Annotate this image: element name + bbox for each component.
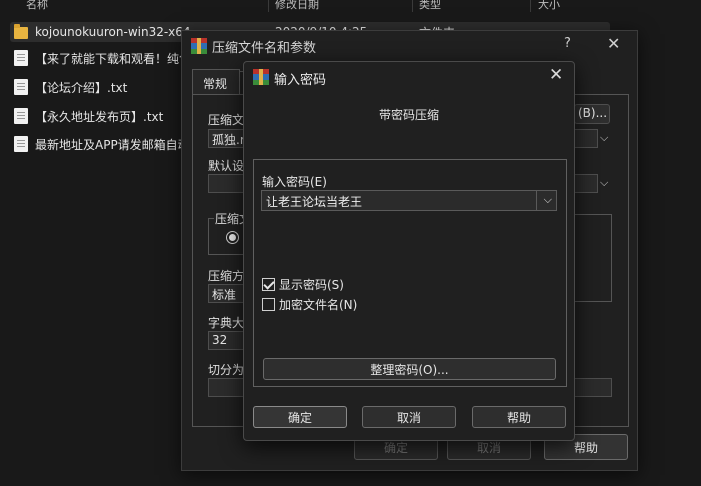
organize-passwords-button[interactable]: 整理密码(O)...	[263, 358, 556, 380]
text-file-icon	[14, 50, 28, 66]
split-label: 切分为	[208, 363, 245, 377]
profile-combo[interactable]	[208, 174, 248, 193]
file-name: kojounokuuron-win32-x64	[35, 25, 191, 39]
combo-separator	[536, 191, 537, 210]
checkbox-unchecked-icon[interactable]	[262, 298, 275, 311]
winrar-icon	[191, 38, 207, 54]
password-value: 让老王论坛当老王	[266, 195, 363, 209]
encrypt-filenames-checkbox[interactable]: 加密文件名(N)	[262, 296, 357, 313]
show-password-checkbox[interactable]: 显示密码(S)	[262, 276, 344, 293]
dictionary-combo[interactable]: 32	[208, 331, 248, 350]
browse-button[interactable]: (B)...	[574, 104, 610, 124]
file-name: 【来了就能下载和观看！纯色	[35, 51, 192, 66]
column-separator[interactable]	[268, 0, 269, 12]
chevron-down-icon[interactable]: ⌵	[600, 131, 608, 145]
show-password-label: 显示密码(S)	[279, 278, 344, 292]
column-header-type[interactable]: 类型	[419, 0, 499, 12]
split-combo[interactable]	[208, 378, 248, 397]
column-header-date[interactable]: 修改日期	[275, 0, 405, 12]
archive-name-input[interactable]: 孤独.r	[208, 129, 248, 148]
column-header-size[interactable]: 大小	[538, 0, 598, 12]
text-file-icon	[14, 136, 28, 152]
column-header-name[interactable]: 名称	[26, 0, 256, 12]
column-separator[interactable]	[530, 0, 531, 12]
password-dialog: 输入密码 ✕ 带密码压缩 输入密码(E) 让老王论坛当老王 ⌵ 显示密码(S) …	[243, 61, 575, 441]
close-icon[interactable]: ✕	[607, 34, 620, 53]
cancel-button[interactable]: 取消	[362, 406, 456, 428]
password-label: 输入密码(E)	[262, 175, 327, 189]
split-size-combo[interactable]	[574, 378, 612, 397]
column-separator[interactable]	[412, 0, 413, 12]
format-radio[interactable]	[226, 231, 239, 244]
folder-icon	[14, 24, 28, 39]
method-combo[interactable]: 标准	[208, 284, 248, 303]
dictionary-label: 字典大	[208, 316, 245, 330]
archive-name-combo-end[interactable]	[574, 129, 598, 148]
password-input[interactable]: 让老王论坛当老王 ⌵	[261, 190, 557, 211]
tab-general[interactable]: 常规	[192, 69, 240, 95]
help-icon[interactable]: ?	[564, 36, 571, 51]
options-group	[574, 214, 612, 302]
close-icon[interactable]: ✕	[549, 65, 563, 85]
dialog-title: 压缩文件名和参数	[212, 41, 317, 56]
chevron-down-icon[interactable]: ⌵	[544, 193, 552, 207]
archive-name-label: 压缩文	[208, 113, 245, 127]
checkbox-checked-icon[interactable]	[262, 278, 275, 291]
profile-combo-end[interactable]	[574, 174, 598, 193]
text-file-icon	[14, 108, 28, 124]
method-label: 压缩方	[208, 269, 245, 283]
help-button[interactable]: 帮助	[472, 406, 566, 428]
chevron-down-icon[interactable]: ⌵	[600, 176, 608, 190]
file-name: 【永久地址发布页】.txt	[35, 109, 164, 124]
ok-button[interactable]: 确定	[253, 406, 347, 428]
file-name: 最新地址及APP请发邮箱自动	[35, 137, 190, 152]
text-file-icon	[14, 79, 28, 95]
winrar-icon	[253, 69, 269, 85]
dialog-title: 输入密码	[274, 73, 327, 88]
dialog-caption: 带密码压缩	[378, 108, 439, 122]
default-settings-label: 默认设	[208, 159, 245, 173]
file-name: 【论坛介绍】.txt	[35, 80, 128, 95]
encrypt-filenames-label: 加密文件名(N)	[279, 298, 358, 312]
